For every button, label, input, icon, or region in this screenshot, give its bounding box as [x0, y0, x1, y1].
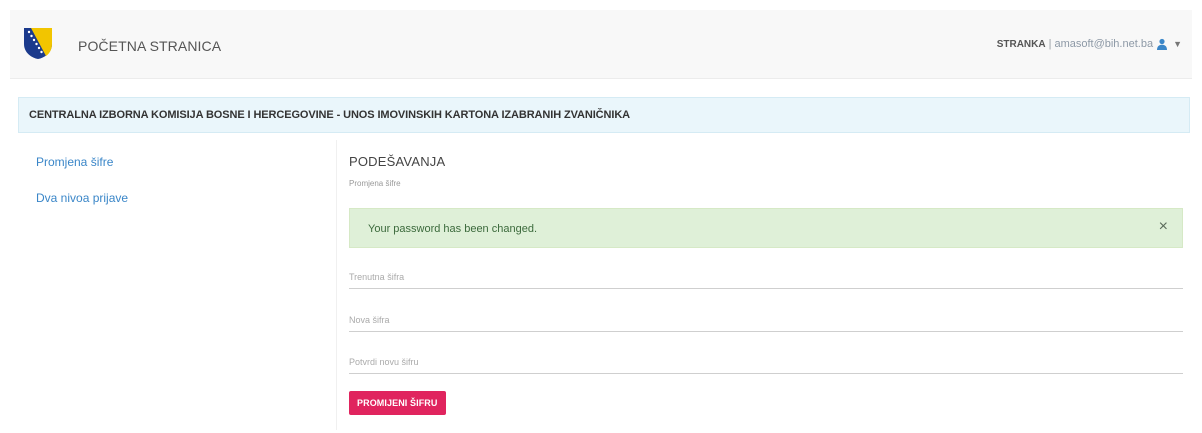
sidebar-item-change-password[interactable]: Promjena šifre	[36, 155, 128, 169]
caret-down-icon[interactable]: ▼	[1173, 39, 1182, 49]
banner-title: CENTRALNA IZBORNA KOMISIJA BOSNE I HERCE…	[29, 109, 631, 121]
settings-panel: PODEŠAVANJA Promjena šifre Your password…	[336, 140, 1190, 430]
current-password-field	[349, 264, 1183, 289]
home-link[interactable]: POČETNA STRANICA	[78, 38, 221, 54]
user-icon	[1157, 38, 1168, 50]
title-banner: CENTRALNA IZBORNA KOMISIJA BOSNE I HERCE…	[18, 97, 1190, 133]
separator: |	[1048, 38, 1052, 50]
sidebar: Promjena šifre Dva nivoa prijave	[36, 155, 128, 227]
success-alert: Your password has been changed. ×	[349, 208, 1183, 248]
sidebar-item-two-factor[interactable]: Dva nivoa prijave	[36, 191, 128, 205]
confirm-password-field	[349, 349, 1183, 374]
top-navbar: POČETNA STRANICA STRANKA | amasoft@bih.n…	[10, 10, 1192, 79]
new-password-field	[349, 307, 1183, 332]
change-password-button[interactable]: PROMIJENI ŠIFRU	[349, 391, 446, 415]
user-role: STRANKA	[996, 38, 1046, 50]
close-icon[interactable]: ×	[1159, 219, 1168, 235]
page-subtitle: Promjena šifre	[349, 179, 401, 188]
alert-message: Your password has been changed.	[368, 223, 537, 235]
current-password-input[interactable]	[349, 272, 1183, 282]
page-title: PODEŠAVANJA	[349, 154, 446, 169]
coat-of-arms-logo[interactable]	[22, 26, 54, 60]
confirm-password-input[interactable]	[349, 357, 1183, 367]
new-password-input[interactable]	[349, 315, 1183, 325]
user-menu[interactable]: STRANKA | amasoft@bih.net.ba ▼	[997, 38, 1182, 50]
user-email: amasoft@bih.net.ba	[1054, 38, 1154, 50]
